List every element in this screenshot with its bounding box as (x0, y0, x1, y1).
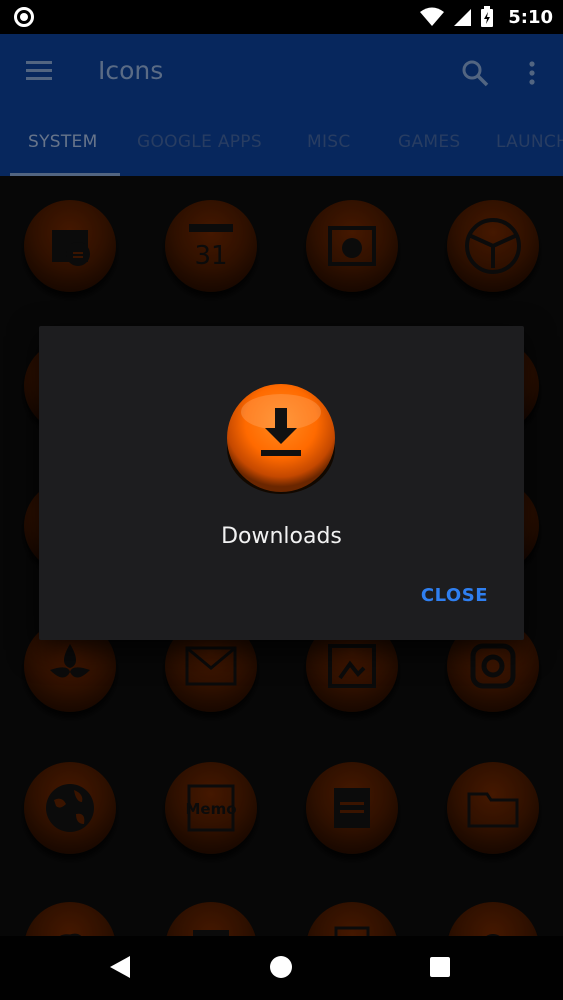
close-button[interactable]: CLOSE (421, 585, 488, 606)
icon-preview-dialog: Downloads CLOSE (39, 326, 524, 640)
clock: 5:10 (508, 6, 553, 28)
status-bar: 5:10 (0, 0, 563, 34)
notification-icon (14, 7, 34, 27)
home-icon[interactable] (270, 956, 292, 978)
recents-icon[interactable] (430, 957, 450, 977)
back-icon[interactable] (110, 956, 130, 978)
signal-icon (454, 9, 472, 26)
battery-charging-icon (481, 6, 494, 27)
status-icons: 5:10 (420, 0, 553, 34)
download-icon (227, 384, 335, 494)
wifi-icon (420, 7, 445, 26)
dialog-title: Downloads (221, 524, 342, 549)
navigation-bar (0, 936, 563, 1000)
